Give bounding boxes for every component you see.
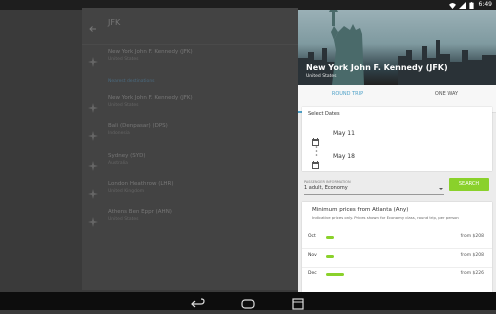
status-icons: 6:49 <box>448 1 492 9</box>
passenger-value: 1 adult, Economy <box>304 185 348 191</box>
price-bar <box>326 255 334 258</box>
result-name: New York John F. Kennedy (JFK) <box>108 49 193 55</box>
result-item[interactable]: New York John F. Kennedy (JFK) United St… <box>82 94 298 118</box>
price-month: Oct <box>308 234 316 239</box>
wifi-icon <box>448 2 456 9</box>
back-icon[interactable] <box>191 295 205 308</box>
signal-icon <box>458 1 466 9</box>
airplane-icon <box>88 52 98 67</box>
search-button[interactable]: SEARCH <box>449 178 489 191</box>
calendar-icon <box>312 154 319 169</box>
price-month: Nov <box>308 253 317 258</box>
divider <box>82 44 298 45</box>
home-icon[interactable] <box>241 295 255 309</box>
price-bar <box>326 236 334 239</box>
result-item[interactable]: Bali (Denpasar) (DPS) Indonesia <box>82 122 298 146</box>
status-time: 6:49 <box>478 1 492 8</box>
airplane-icon <box>88 212 98 227</box>
result-name: Sydney (SYD) <box>108 153 146 159</box>
dates-card: Select Dates May 11 May 18 <box>302 107 492 171</box>
price-value: from $208 <box>460 234 484 239</box>
calendar-icon <box>312 131 319 146</box>
airplane-icon <box>88 184 98 199</box>
result-country: Australia <box>108 161 128 166</box>
price-row[interactable]: Dec from $226 <box>302 269 492 281</box>
result-country: United States <box>108 217 139 222</box>
nearby-label: Nearest destinations <box>108 79 155 84</box>
divider <box>302 248 492 249</box>
result-item[interactable]: London Heathrow (LHR) United Kingdom <box>82 180 298 204</box>
destination-title: New York John F. Kennedy (JFK) <box>306 63 448 72</box>
destination-panel: New York John F. Kennedy (JFK) United St… <box>298 10 496 292</box>
passenger-select[interactable]: 1 adult, Economy <box>304 185 444 195</box>
result-country: United States <box>108 103 139 108</box>
divider <box>302 267 492 268</box>
result-country: United States <box>108 57 139 62</box>
result-name: New York John F. Kennedy (JFK) <box>108 95 193 101</box>
back-arrow-icon[interactable] <box>88 19 98 32</box>
dropdown-caret-icon <box>439 188 443 190</box>
prices-subtitle: Indicative prices only. Prices shown for… <box>312 215 459 220</box>
price-value: from $208 <box>460 253 484 258</box>
price-row[interactable]: Nov from $208 <box>302 251 492 263</box>
return-date-row[interactable]: May 18 <box>308 152 478 169</box>
return-date: May 18 <box>333 153 355 160</box>
price-bar <box>326 273 344 276</box>
result-name: Athens Ben Eppr (AHN) <box>108 209 172 215</box>
price-month: Dec <box>308 271 317 276</box>
result-name: London Heathrow (LHR) <box>108 181 174 187</box>
result-country: United Kingdom <box>108 189 145 194</box>
destination-country: United States <box>306 74 337 79</box>
destination-hero-image: New York John F. Kennedy (JFK) United St… <box>298 10 496 85</box>
prices-title: Minimum prices from Atlanta (Any) <box>312 207 409 213</box>
result-country: Indonesia <box>108 131 130 136</box>
airplane-icon <box>88 156 98 171</box>
navigation-bar <box>0 292 496 310</box>
price-row[interactable]: Oct from $208 <box>302 232 492 244</box>
search-input[interactable]: JFK <box>108 18 120 27</box>
price-value: from $226 <box>460 271 484 276</box>
result-name: Bali (Denpasar) (DPS) <box>108 123 168 129</box>
passenger-label: PASSENGER INFORMATION <box>304 180 351 184</box>
depart-date-row[interactable]: May 11 <box>308 129 478 146</box>
result-item[interactable]: Athens Ben Eppr (AHN) United States <box>82 208 298 232</box>
airplane-icon <box>88 98 98 113</box>
result-item[interactable]: Sydney (SYD) Australia <box>82 152 298 176</box>
battery-icon <box>468 1 476 9</box>
select-dates-label: Select Dates <box>308 111 340 117</box>
result-item[interactable]: New York John F. Kennedy (JFK) United St… <box>82 48 298 72</box>
airplane-icon <box>88 126 98 141</box>
prices-card: Minimum prices from Atlanta (Any) Indica… <box>302 202 492 292</box>
depart-date: May 11 <box>333 130 355 137</box>
search-bar[interactable]: JFK <box>82 14 298 34</box>
recent-apps-icon[interactable] <box>291 295 305 310</box>
